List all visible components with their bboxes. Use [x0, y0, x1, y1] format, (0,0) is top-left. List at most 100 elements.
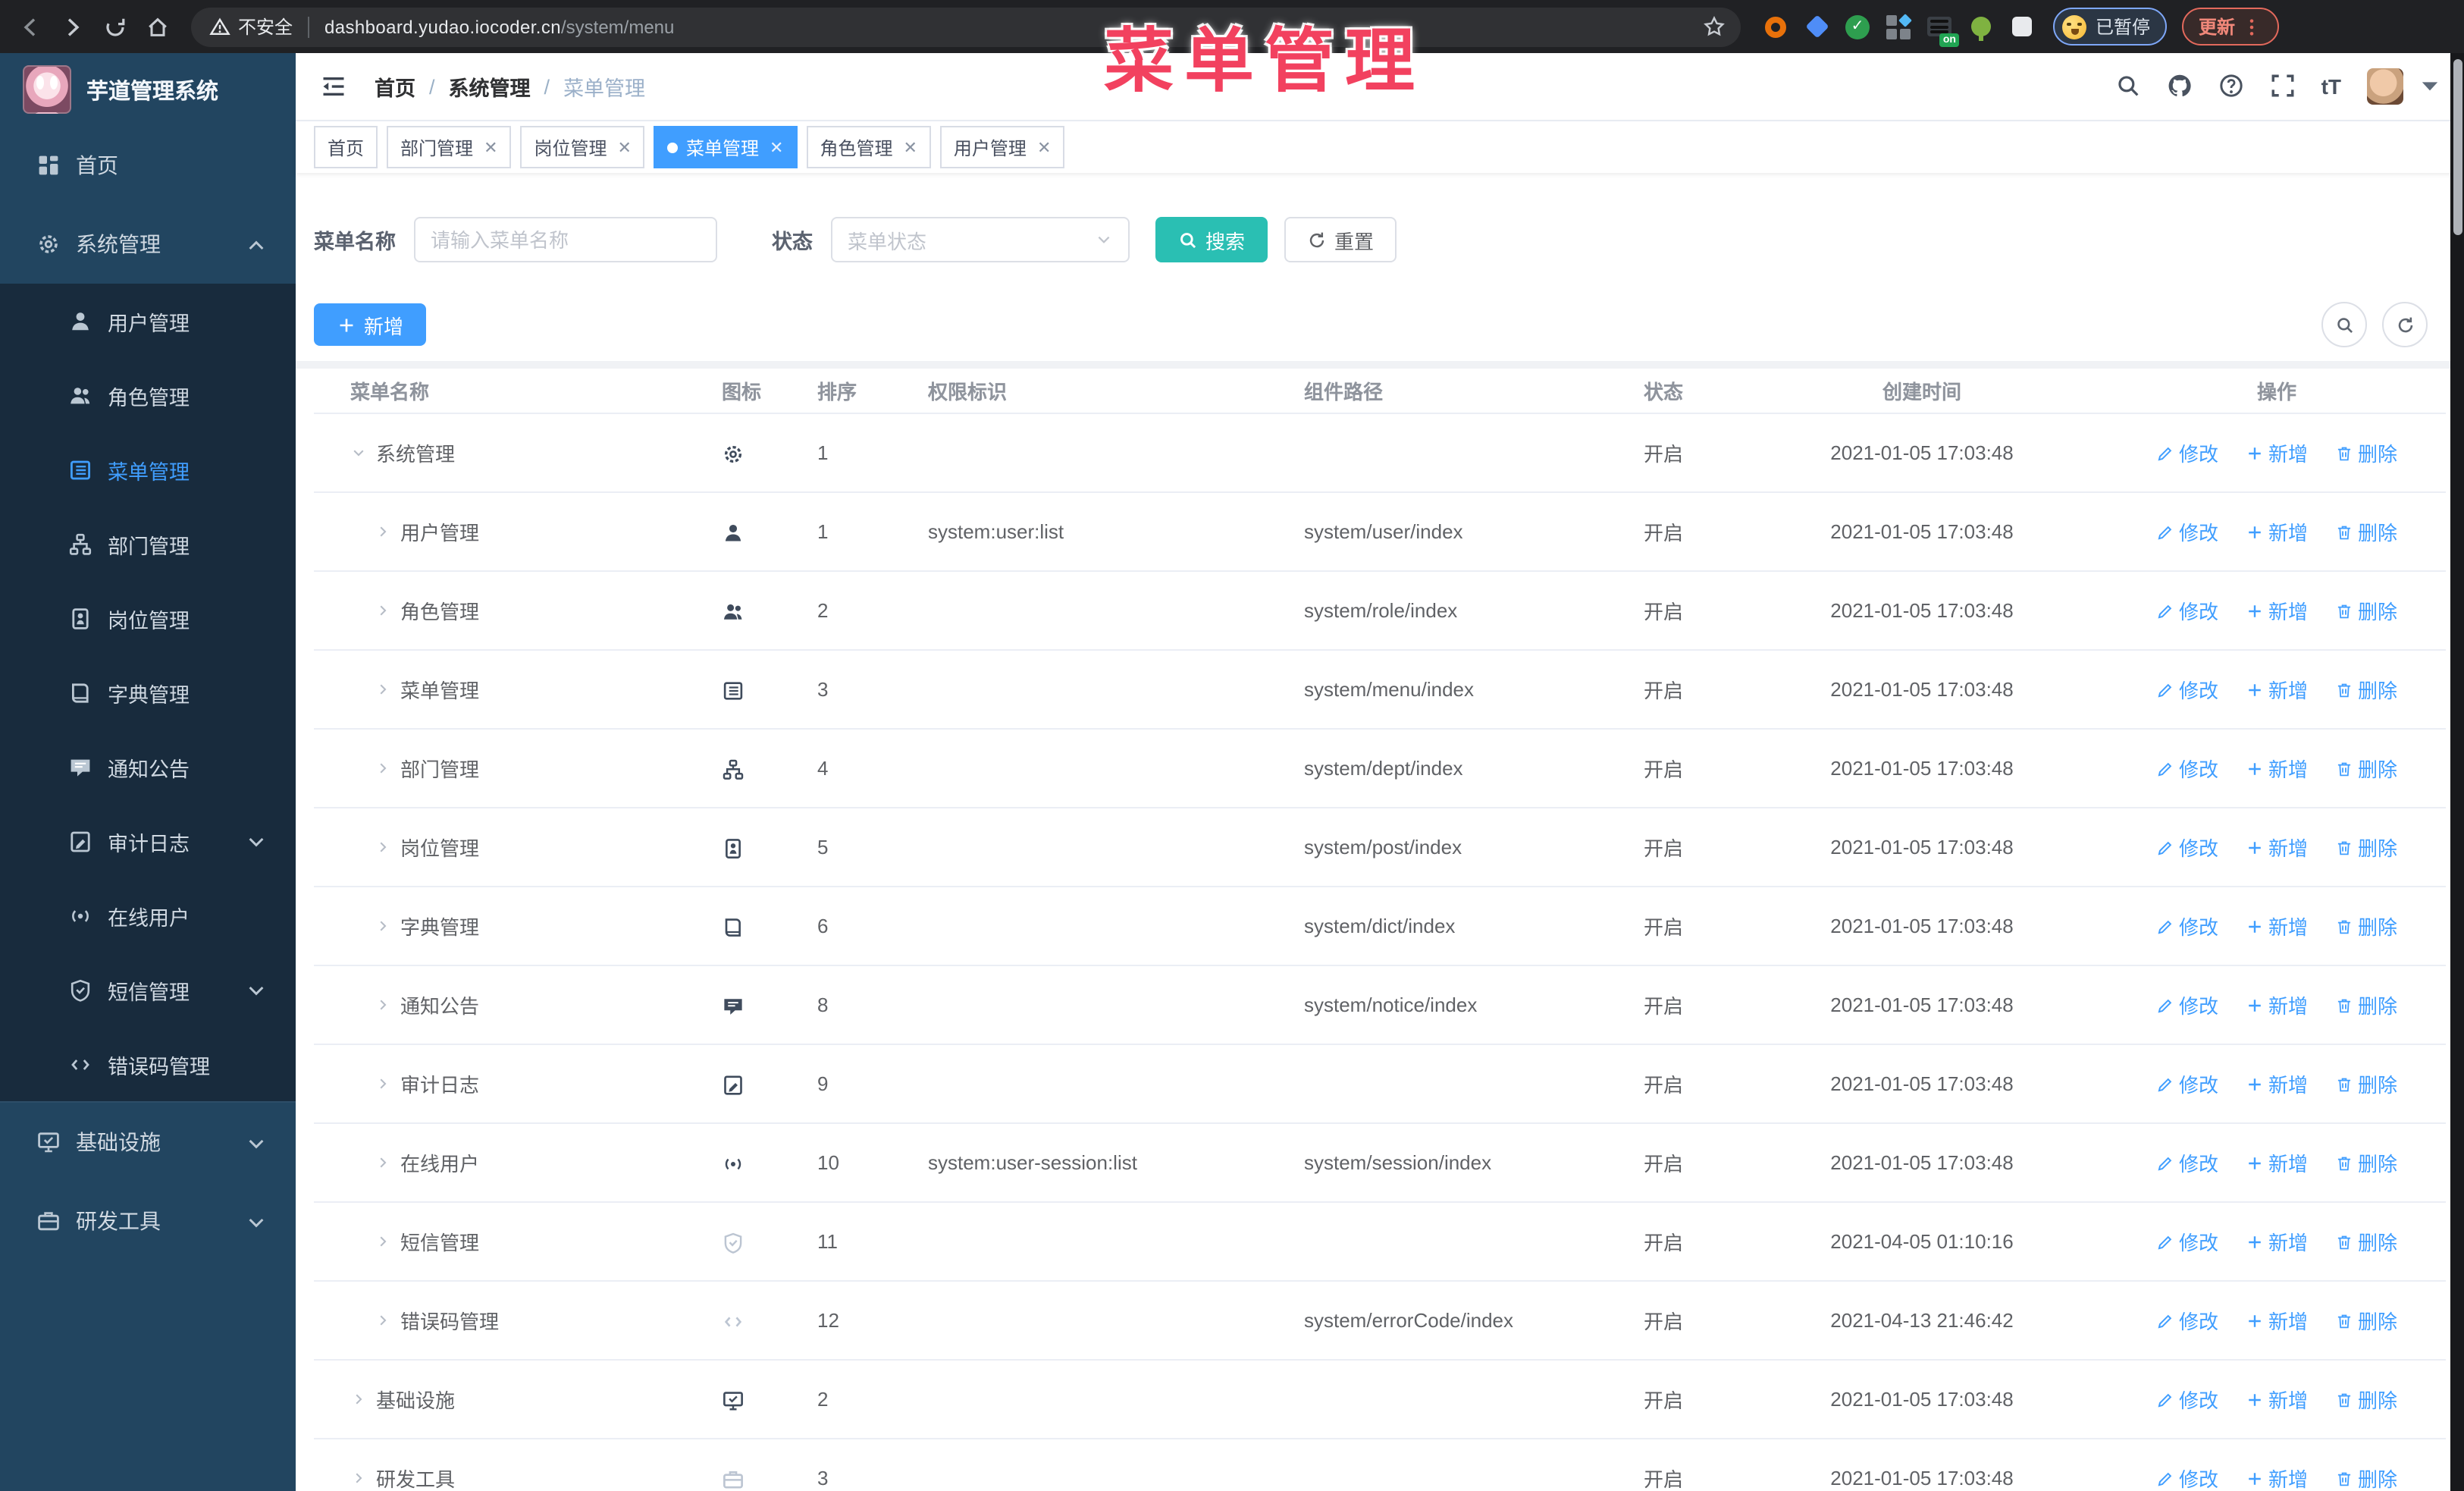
refresh-table-button[interactable]	[2382, 302, 2428, 347]
row-expand-button[interactable]	[375, 1075, 391, 1092]
add-child-link[interactable]: 新增	[2246, 1306, 2308, 1335]
tab-用户管理[interactable]: 用户管理 ✕	[939, 126, 1065, 168]
row-expand-button[interactable]	[375, 1154, 391, 1171]
sidebar-item-用户管理[interactable]: 用户管理	[0, 284, 296, 358]
delete-link[interactable]: 删除	[2335, 1069, 2397, 1098]
delete-link[interactable]: 删除	[2335, 754, 2397, 783]
sidebar-item-菜单管理[interactable]: 菜单管理	[0, 432, 296, 507]
menu-status-select[interactable]: 菜单状态	[831, 217, 1130, 262]
edit-link[interactable]: 修改	[2156, 833, 2218, 862]
browser-update-button[interactable]: 更新	[2182, 8, 2280, 46]
extension-orange-icon[interactable]	[1762, 13, 1789, 40]
app-logo-row[interactable]: 芋道管理系统	[0, 53, 296, 126]
menu-name-input[interactable]	[414, 217, 717, 262]
edit-link[interactable]: 修改	[2156, 517, 2218, 546]
tab-部门管理[interactable]: 部门管理 ✕	[387, 126, 512, 168]
edit-link[interactable]: 修改	[2156, 438, 2218, 467]
sidebar-item-审计日志[interactable]: 审计日志	[0, 804, 296, 878]
tab-首页[interactable]: 首页	[314, 126, 378, 168]
sidebar-item-通知公告[interactable]: 通知公告	[0, 730, 296, 804]
extension-shield-check-icon[interactable]: ✓	[1844, 13, 1871, 40]
delete-link[interactable]: 删除	[2335, 675, 2397, 704]
sidebar-item-短信管理[interactable]: 短信管理	[0, 953, 296, 1027]
row-expand-button[interactable]	[375, 681, 391, 698]
row-expand-button[interactable]	[375, 1233, 391, 1250]
close-icon[interactable]: ✕	[903, 137, 917, 157]
row-expand-button[interactable]	[375, 1312, 391, 1329]
delete-link[interactable]: 删除	[2335, 517, 2397, 546]
add-child-link[interactable]: 新增	[2246, 1148, 2308, 1177]
font-size-button[interactable]: tT	[2321, 74, 2341, 99]
delete-link[interactable]: 删除	[2335, 1385, 2397, 1414]
sidebar-item-研发工具[interactable]: 研发工具	[0, 1182, 296, 1260]
add-child-link[interactable]: 新增	[2246, 1464, 2308, 1491]
extension-proxy-icon[interactable]: on	[1926, 13, 1959, 46]
close-icon[interactable]: ✕	[484, 137, 497, 157]
delete-link[interactable]: 删除	[2335, 1227, 2397, 1256]
close-icon[interactable]: ✕	[770, 137, 783, 157]
kebab-menu-icon[interactable]	[2241, 15, 2262, 38]
toggle-search-button[interactable]	[2321, 302, 2367, 347]
add-child-link[interactable]: 新增	[2246, 675, 2308, 704]
add-child-link[interactable]: 新增	[2246, 517, 2308, 546]
extension-grid-icon[interactable]	[1885, 13, 1912, 40]
edit-link[interactable]: 修改	[2156, 596, 2218, 625]
row-expand-button[interactable]	[350, 1391, 367, 1408]
sidebar-item-部门管理[interactable]: 部门管理	[0, 507, 296, 581]
delete-link[interactable]: 删除	[2335, 833, 2397, 862]
edit-link[interactable]: 修改	[2156, 912, 2218, 940]
add-child-link[interactable]: 新增	[2246, 833, 2308, 862]
row-expand-button[interactable]	[375, 918, 391, 934]
delete-link[interactable]: 删除	[2335, 1306, 2397, 1335]
address-bar[interactable]: 不安全 dashboard.yudao.iocoder.cn/system/me…	[191, 7, 1741, 46]
edit-link[interactable]: 修改	[2156, 1227, 2218, 1256]
breadcrumb-item-首页[interactable]: 首页	[375, 71, 415, 102]
edit-link[interactable]: 修改	[2156, 1069, 2218, 1098]
row-expand-button[interactable]	[375, 997, 391, 1013]
browser-scrollbar[interactable]	[2450, 53, 2464, 1491]
paused-profile-button[interactable]: 已暂停	[2053, 8, 2168, 46]
sidebar-item-错误码管理[interactable]: 错误码管理	[0, 1027, 296, 1101]
add-child-link[interactable]: 新增	[2246, 596, 2308, 625]
row-expand-button[interactable]	[375, 760, 391, 777]
delete-link[interactable]: 删除	[2335, 438, 2397, 467]
edit-link[interactable]: 修改	[2156, 1464, 2218, 1491]
sidebar-fold-button[interactable]	[320, 73, 347, 100]
close-icon[interactable]: ✕	[1037, 137, 1051, 157]
browser-back-button[interactable]	[9, 5, 52, 48]
row-expand-button[interactable]	[375, 523, 391, 540]
header-search-button[interactable]	[2115, 73, 2141, 100]
tab-角色管理[interactable]: 角色管理 ✕	[806, 126, 931, 168]
edit-link[interactable]: 修改	[2156, 1148, 2218, 1177]
browser-home-button[interactable]	[136, 5, 179, 48]
sidebar-item-基础设施[interactable]: 基础设施	[0, 1101, 296, 1182]
tab-菜单管理[interactable]: 菜单管理 ✕	[654, 126, 798, 168]
scrollbar-thumb[interactable]	[2453, 59, 2462, 235]
search-button[interactable]: 搜索	[1155, 217, 1268, 262]
add-child-link[interactable]: 新增	[2246, 438, 2308, 467]
edit-link[interactable]: 修改	[2156, 675, 2218, 704]
row-expand-button[interactable]	[375, 602, 391, 619]
delete-link[interactable]: 删除	[2335, 1148, 2397, 1177]
row-expand-button[interactable]	[375, 839, 391, 855]
reset-button[interactable]: 重置	[1284, 217, 1397, 262]
edit-link[interactable]: 修改	[2156, 754, 2218, 783]
security-status[interactable]: 不安全	[209, 14, 293, 39]
sidebar-item-系统管理[interactable]: 系统管理	[0, 205, 296, 284]
delete-link[interactable]: 删除	[2335, 1464, 2397, 1491]
add-button[interactable]: 新增	[314, 303, 427, 346]
sidebar-item-在线用户[interactable]: 在线用户	[0, 878, 296, 953]
breadcrumb-item-系统管理[interactable]: 系统管理	[449, 71, 531, 102]
row-expand-button[interactable]	[350, 444, 367, 461]
add-child-link[interactable]: 新增	[2246, 990, 2308, 1019]
extension-gem-icon[interactable]	[1803, 13, 1830, 40]
sidebar-item-角色管理[interactable]: 角色管理	[0, 358, 296, 432]
browser-forward-button[interactable]	[52, 5, 94, 48]
extension-puzzle-icon[interactable]	[2008, 13, 2035, 40]
github-link[interactable]	[2167, 73, 2193, 100]
sidebar-item-岗位管理[interactable]: 岗位管理	[0, 581, 296, 655]
delete-link[interactable]: 删除	[2335, 912, 2397, 940]
extension-key-icon[interactable]	[1967, 13, 1994, 41]
avatar-caret-down-icon[interactable]	[2417, 73, 2443, 100]
add-child-link[interactable]: 新增	[2246, 1227, 2308, 1256]
